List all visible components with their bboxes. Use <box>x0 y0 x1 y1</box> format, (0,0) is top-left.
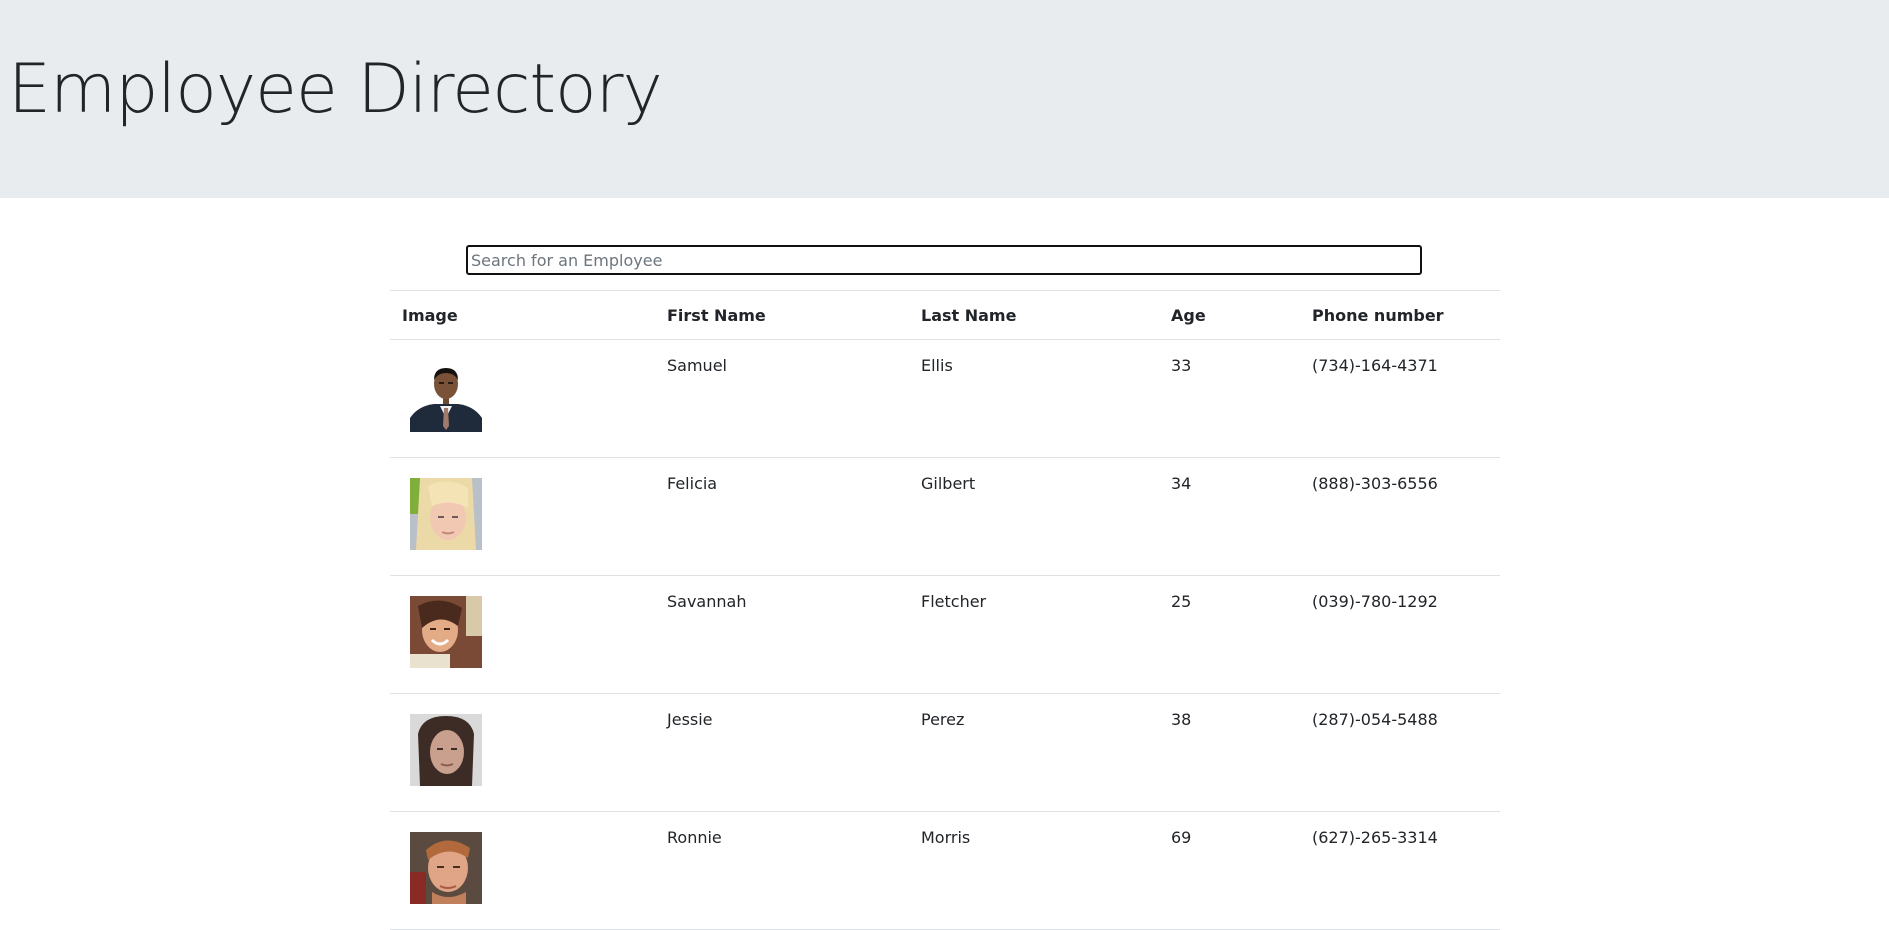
image-cell <box>390 575 655 694</box>
last-name-cell: Perez <box>909 693 1159 812</box>
age-cell: 25 <box>1159 575 1300 694</box>
header-banner: Employee Directory <box>0 0 1889 198</box>
phone-cell: (734)-164-4371 <box>1300 339 1500 458</box>
first-name-cell: Felicia <box>655 457 909 576</box>
search-input[interactable] <box>466 245 1422 275</box>
avatar <box>410 832 482 904</box>
first-name-cell: Samuel <box>655 339 909 458</box>
last-name-cell: Gilbert <box>909 457 1159 576</box>
phone-cell: (039)-780-1292 <box>1300 575 1500 694</box>
first-name-cell: Ronnie <box>655 811 909 930</box>
image-cell <box>390 693 655 812</box>
column-header-first-name[interactable]: First Name <box>655 290 909 340</box>
table-row: Felicia Gilbert 34 (888)-303-6556 <box>390 457 1500 576</box>
employee-table: Image First Name Last Name Age Phone num… <box>390 290 1500 930</box>
age-cell: 38 <box>1159 693 1300 812</box>
avatar <box>410 714 482 786</box>
avatar <box>410 360 482 432</box>
phone-cell: (287)-054-5488 <box>1300 693 1500 812</box>
table-row: Savannah Fletcher 25 (039)-780-1292 <box>390 575 1500 694</box>
image-cell <box>390 457 655 576</box>
last-name-cell: Morris <box>909 811 1159 930</box>
column-header-image[interactable]: Image <box>390 290 655 340</box>
age-cell: 33 <box>1159 339 1300 458</box>
image-cell <box>390 339 655 458</box>
phone-cell: (888)-303-6556 <box>1300 457 1500 576</box>
table-row: Jessie Perez 38 (287)-054-5488 <box>390 693 1500 812</box>
column-header-last-name[interactable]: Last Name <box>909 290 1159 340</box>
column-header-age[interactable]: Age <box>1159 290 1300 340</box>
employee-table-container: Image First Name Last Name Age Phone num… <box>390 290 1500 930</box>
table-header-row: Image First Name Last Name Age Phone num… <box>390 290 1500 340</box>
avatar <box>410 478 482 550</box>
last-name-cell: Ellis <box>909 339 1159 458</box>
page-title: Employee Directory <box>8 50 663 129</box>
avatar <box>410 596 482 668</box>
column-header-phone-number[interactable]: Phone number <box>1300 290 1500 340</box>
last-name-cell: Fletcher <box>909 575 1159 694</box>
phone-cell: (627)-265-3314 <box>1300 811 1500 930</box>
table-row: Samuel Ellis 33 (734)-164-4371 <box>390 339 1500 458</box>
image-cell <box>390 811 655 930</box>
first-name-cell: Jessie <box>655 693 909 812</box>
first-name-cell: Savannah <box>655 575 909 694</box>
table-row: Ronnie Morris 69 (627)-265-3314 <box>390 811 1500 930</box>
age-cell: 34 <box>1159 457 1300 576</box>
age-cell: 69 <box>1159 811 1300 930</box>
